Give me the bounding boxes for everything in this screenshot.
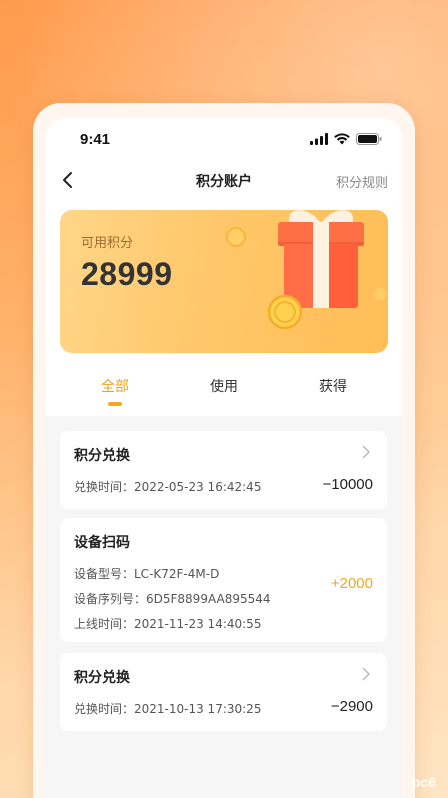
record-title: 积分兑换 xyxy=(74,448,130,464)
tab-use[interactable]: 使用 xyxy=(210,376,238,396)
record-exchange-time: 兑换时间：2021-10-13 17:30:25 xyxy=(74,702,262,716)
status-bar: 9:41 xyxy=(46,118,402,160)
active-tab-indicator xyxy=(108,402,122,406)
tab-all[interactable]: 全部 xyxy=(101,376,129,396)
battery-icon xyxy=(356,133,382,145)
record-card[interactable]: 设备扫码 设备型号：LC-K72F-4M-D 设备序列号：6D5F8899AA8… xyxy=(60,518,387,642)
chevron-right-icon xyxy=(362,667,371,681)
points-card: 可用积分 28999 xyxy=(60,210,388,353)
tab-earn[interactable]: 获得 xyxy=(319,376,347,396)
nav-bar: 积分账户 积分规则 xyxy=(46,160,402,200)
record-title: 设备扫码 xyxy=(74,535,130,551)
record-title: 积分兑换 xyxy=(74,670,130,686)
signal-icon xyxy=(310,133,328,145)
wifi-icon xyxy=(334,133,350,145)
record-amount: +2000 xyxy=(330,575,373,592)
header-area: 9:41 积分账户 积分规则 可用积分 28999 全部 使用 获得 xyxy=(46,118,402,416)
available-points-label: 可用积分 xyxy=(81,236,134,251)
status-icons xyxy=(310,133,382,145)
record-device-model: 设备型号：LC-K72F-4M-D xyxy=(74,567,220,581)
tab-bar: 全部 使用 获得 xyxy=(46,368,402,408)
points-rules-link[interactable]: 积分规则 xyxy=(336,172,388,191)
record-online-time: 上线时间：2021-11-23 14:40:55 xyxy=(74,617,262,631)
app-screen: 9:41 积分账户 积分规则 可用积分 28999 全部 使用 获得 积分兑换 … xyxy=(46,118,402,798)
available-points-value: 28999 xyxy=(81,256,173,292)
record-exchange-time: 兑换时间：2022-05-23 16:42:45 xyxy=(74,480,262,494)
record-device-serial: 设备序列号：6D5F8899AA895544 xyxy=(74,592,271,606)
chevron-right-icon xyxy=(362,445,371,459)
record-amount: −10000 xyxy=(322,476,373,493)
record-card[interactable]: 积分兑换 兑换时间：2021-10-13 17:30:25 −2900 xyxy=(60,653,387,731)
gift-box-icon xyxy=(226,210,386,330)
record-amount: −2900 xyxy=(330,698,373,715)
status-time: 9:41 xyxy=(80,130,111,148)
record-card[interactable]: 积分兑换 兑换时间：2022-05-23 16:42:45 −10000 xyxy=(60,431,387,509)
watermark: pc6 xyxy=(411,774,436,790)
